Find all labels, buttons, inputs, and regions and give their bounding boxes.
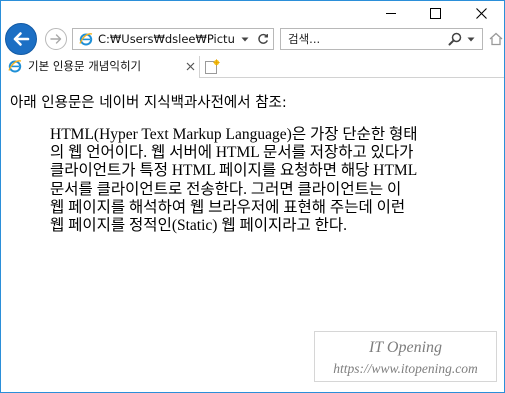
search-box[interactable] — [280, 28, 483, 50]
magnifier-icon — [448, 32, 462, 46]
close-icon — [476, 7, 487, 19]
watermark: IT Opening https://www.itopening.com — [314, 331, 497, 382]
search-input[interactable] — [288, 31, 438, 47]
maximize-icon — [430, 7, 441, 19]
home-icon — [489, 32, 503, 46]
chevron-down-icon — [241, 37, 249, 41]
back-button[interactable] — [5, 23, 37, 55]
forward-arrow-icon — [50, 34, 62, 44]
title-bar — [1, 1, 504, 25]
address-text[interactable]: C:₩Users₩dslee₩Pictures₩ — [98, 32, 234, 46]
quote-line: 클라이언트가 특정 HTML 페이지를 요청하면 해당 HTML — [50, 162, 418, 180]
ie-logo-icon — [79, 33, 93, 46]
address-dropdown-button[interactable] — [239, 31, 251, 47]
quote-line: 문서를 클라이언트로 전송한다. 그러면 클라이언트는 이 — [50, 180, 402, 198]
search-button[interactable] — [447, 31, 463, 47]
close-icon — [186, 62, 195, 71]
minimize-button[interactable] — [368, 1, 413, 25]
quote-line: 웹 페이지를 해석하여 웹 브라우저에 표현해 주는데 이런 — [50, 198, 406, 216]
address-bar[interactable]: C:₩Users₩dslee₩Pictures₩ — [72, 28, 274, 50]
tab-bar: 기본 인용문 개념익히기 — [1, 56, 504, 78]
home-button[interactable] — [488, 31, 504, 47]
close-window-button[interactable] — [459, 1, 504, 25]
forward-button[interactable] — [45, 28, 67, 50]
ie-logo-icon — [8, 60, 22, 73]
quote-line: 웹 페이지를 정적인(Static) 웹 페이지라고 한다. — [50, 217, 348, 235]
navigation-bar: C:₩Users₩dslee₩Pictures₩ — [1, 23, 504, 55]
new-tab-icon[interactable] — [204, 59, 220, 75]
intro-text: 아래 인용문은 네이버 지식백과사전에서 참조: — [10, 95, 287, 111]
refresh-icon — [258, 33, 268, 44]
blockquote: HTML(Hyper Text Markup Language)은 가장 단순한… — [50, 126, 462, 235]
search-dropdown-button[interactable] — [465, 31, 477, 47]
tab-close-button[interactable] — [185, 61, 196, 72]
quote-line: 의 웹 언어이다. 웹 서버에 HTML 문서를 저장하고 있다가 — [50, 144, 414, 162]
refresh-button[interactable] — [256, 31, 270, 47]
tab-title: 기본 인용문 개념익히기 — [28, 59, 142, 73]
back-arrow-icon — [13, 32, 30, 46]
watermark-url: https://www.itopening.com — [333, 361, 478, 376]
minimize-icon — [385, 12, 396, 14]
browser-window: C:₩Users₩dslee₩Pictures₩ — [0, 0, 505, 393]
chevron-down-icon — [467, 37, 475, 41]
maximize-button[interactable] — [413, 1, 458, 25]
quote-line: HTML(Hyper Text Markup Language)은 가장 단순한… — [50, 126, 418, 143]
tab-active[interactable]: 기본 인용문 개념익히기 — [1, 56, 200, 78]
watermark-title: IT Opening — [368, 339, 443, 356]
